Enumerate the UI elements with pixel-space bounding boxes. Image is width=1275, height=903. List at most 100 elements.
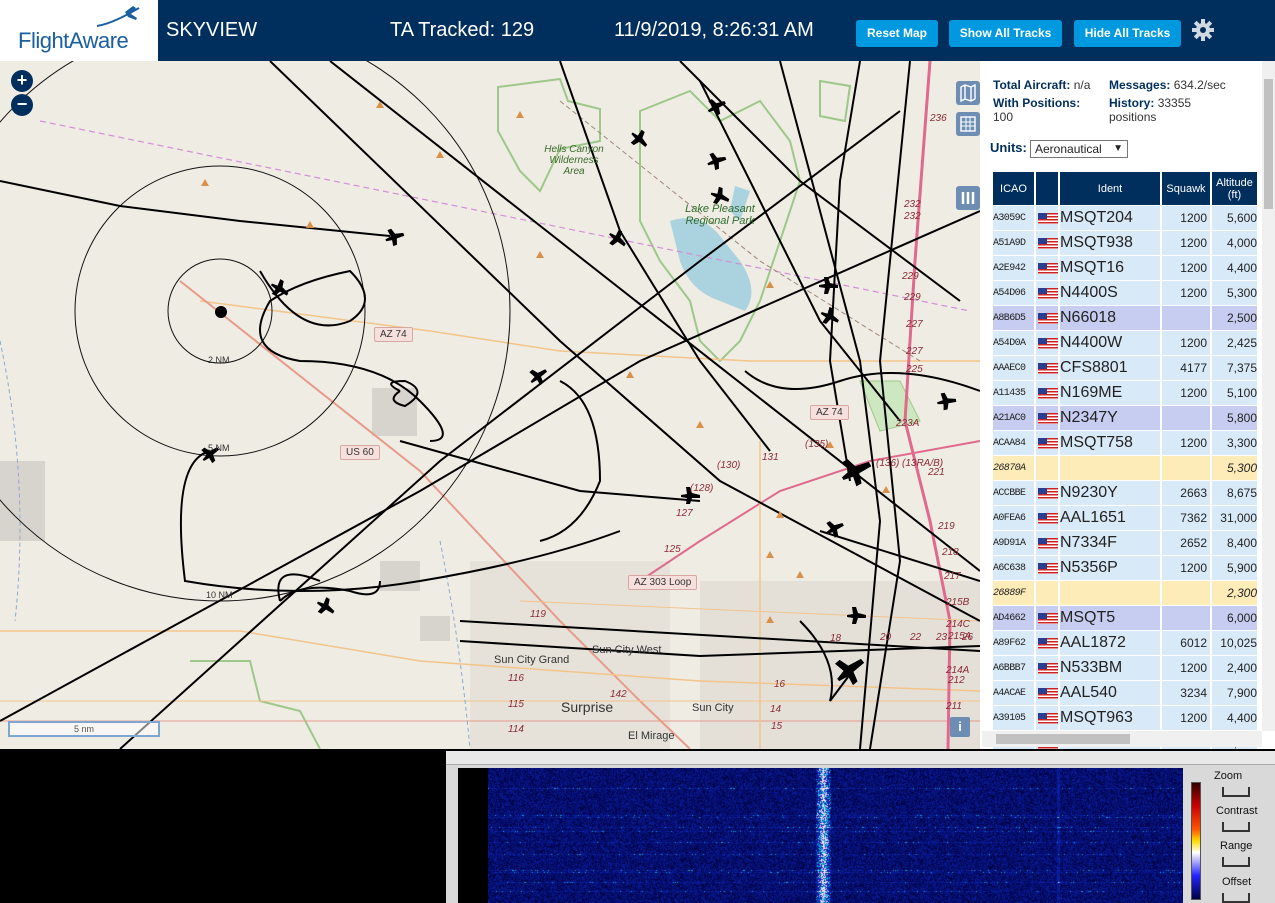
table-row[interactable]: A11435 N169ME 1200 5,100 xyxy=(993,381,1257,405)
grid-icon xyxy=(960,116,976,132)
table-row[interactable]: A2E942 MSQT16 1200 4,400 xyxy=(993,256,1257,280)
cell-squawk xyxy=(1162,606,1210,630)
show-all-tracks-button[interactable]: Show All Tracks xyxy=(949,20,1062,47)
cell-flag xyxy=(1036,281,1058,305)
cell-ident: CFS8801 xyxy=(1060,356,1160,380)
table-row[interactable]: ACCBBE N9230Y 2663 8,675 xyxy=(993,481,1257,505)
ring-label-10nm: 10 NM xyxy=(206,590,233,600)
vertical-scroll-thumb[interactable] xyxy=(1264,79,1273,209)
cell-flag xyxy=(1036,531,1058,555)
table-row[interactable]: A0FEA6 AAL1651 7362 31,000 xyxy=(993,506,1257,530)
road-number-label: 20 xyxy=(880,632,892,643)
horizontal-scroll-thumb[interactable] xyxy=(996,734,1130,744)
us-flag-icon xyxy=(1038,713,1058,725)
road-number-label: 227 xyxy=(906,319,923,330)
table-row[interactable]: A51A9D MSQT938 1200 4,000 xyxy=(993,231,1257,255)
road-number-label: 18 xyxy=(830,633,842,644)
road-number-label: 131 xyxy=(762,452,779,463)
shield-us60: US 60 xyxy=(340,445,380,460)
sidebar-horizontal-scrollbar[interactable] xyxy=(982,731,1262,747)
table-row[interactable]: AAAEC0 CFS8801 4177 7,375 xyxy=(993,356,1257,380)
table-row[interactable]: A6BBB7 N533BM 1200 2,400 xyxy=(993,656,1257,680)
table-row[interactable]: A54D06 N4400S 1200 5,300 xyxy=(993,281,1257,305)
us-flag-icon xyxy=(1038,663,1058,675)
table-row[interactable]: A21AC0 N2347Y 5,800 xyxy=(993,406,1257,430)
cell-icao: A2E942 xyxy=(993,256,1034,280)
table-row[interactable]: A3059C MSQT204 1200 5,600 xyxy=(993,206,1257,230)
cell-flag xyxy=(1036,481,1058,505)
cell-ident: MSQT204 xyxy=(1060,206,1160,230)
road-number-label: 16 xyxy=(774,679,786,690)
table-row[interactable]: A39105 MSQT963 1200 4,400 xyxy=(993,706,1257,730)
label-sun-city: Sun City xyxy=(692,702,734,714)
info-button[interactable]: i xyxy=(950,717,970,737)
table-row[interactable]: A54D0A N4400W 1200 2,425 xyxy=(993,331,1257,355)
sidebar-toggle-button[interactable] xyxy=(956,186,980,210)
col-squawk[interactable]: Squawk xyxy=(1162,172,1210,205)
us-flag-icon xyxy=(1038,513,1058,525)
cell-squawk: 3234 xyxy=(1162,681,1210,705)
gear-icon[interactable] xyxy=(1191,18,1215,42)
road-number-label: 214C xyxy=(946,619,970,630)
map-canvas[interactable]: + − Hells Canyon Wilderness Area Lake Pl… xyxy=(0,61,980,749)
zoom-in-button[interactable]: + xyxy=(11,70,33,92)
cell-ident: N4400S xyxy=(1060,281,1160,305)
cell-squawk xyxy=(1162,406,1210,430)
us-flag-icon xyxy=(1038,638,1058,650)
cell-flag xyxy=(1036,706,1058,730)
range-control-label: Range xyxy=(1220,840,1253,852)
col-altitude[interactable]: Altitude (ft) xyxy=(1212,172,1257,205)
cell-flag xyxy=(1036,331,1058,355)
contrast-slider[interactable] xyxy=(1222,822,1250,832)
messages-label: Messages: xyxy=(1109,78,1171,92)
reset-map-button[interactable]: Reset Map xyxy=(856,20,938,47)
table-row[interactable]: 26889F 2,300 xyxy=(993,581,1257,605)
hide-all-tracks-button[interactable]: Hide All Tracks xyxy=(1074,20,1181,47)
range-slider[interactable] xyxy=(1222,857,1250,867)
map-grid-button[interactable] xyxy=(956,112,980,136)
road-number-label: 225 xyxy=(906,364,923,375)
cell-squawk xyxy=(1162,581,1210,605)
offset-slider[interactable] xyxy=(1222,893,1250,903)
table-row[interactable]: AD4662 MSQT5 6,000 xyxy=(993,606,1257,630)
cell-squawk: 4177 xyxy=(1162,356,1210,380)
table-row[interactable]: ACAA84 MSQT758 1200 3,300 xyxy=(993,431,1257,455)
tracked-count: TA Tracked: 129 xyxy=(390,19,535,41)
zoom-slider[interactable] xyxy=(1222,787,1250,797)
total-aircraft-label: Total Aircraft: xyxy=(993,78,1071,92)
flightaware-logo[interactable]: FlightAware xyxy=(0,0,158,61)
columns-icon xyxy=(961,192,975,204)
road-number-label: 116 xyxy=(508,673,524,684)
table-row[interactable]: A89F62 AAL1872 6012 10,025 xyxy=(993,631,1257,655)
cell-ident: AAL1651 xyxy=(1060,506,1160,530)
total-aircraft-value: n/a xyxy=(1073,78,1091,92)
cell-icao: A6BBB7 xyxy=(993,656,1034,680)
units-select[interactable]: Aeronautical ▼ xyxy=(1030,140,1128,158)
col-icao[interactable]: ICAO xyxy=(993,172,1034,205)
table-row[interactable]: 26870A 5,300 xyxy=(993,456,1257,480)
table-row[interactable]: A9D91A N7334F 2652 8,400 xyxy=(993,531,1257,555)
cell-ident: MSQT938 xyxy=(1060,231,1160,255)
table-row[interactable]: A8B6D5 N66018 2,500 xyxy=(993,306,1257,330)
col-ident[interactable]: Ident xyxy=(1060,172,1160,205)
road-number-label: 223A xyxy=(896,418,920,429)
cell-squawk: 1200 xyxy=(1162,206,1210,230)
map-icon xyxy=(960,83,976,103)
map-layers-button[interactable] xyxy=(956,81,980,105)
cell-squawk: 1200 xyxy=(1162,706,1210,730)
zoom-out-button[interactable]: − xyxy=(11,94,33,116)
shield-az303: AZ 303 Loop xyxy=(628,575,698,590)
history-label: History: xyxy=(1109,96,1155,110)
label-sun-city-grand: Sun City Grand xyxy=(494,654,570,666)
cell-squawk: 2663 xyxy=(1162,481,1210,505)
cell-icao: A21AC0 xyxy=(993,406,1034,430)
cell-altitude: 5,600 xyxy=(1212,206,1257,230)
table-row[interactable]: A4ACAE AAL540 3234 7,900 xyxy=(993,681,1257,705)
cell-altitude: 5,100 xyxy=(1212,381,1257,405)
units-selected-value: Aeronautical xyxy=(1035,142,1102,156)
col-flag[interactable] xyxy=(1036,172,1058,205)
road-number-label: 219 xyxy=(938,521,955,532)
sidebar-vertical-scrollbar[interactable] xyxy=(1262,61,1275,731)
waterfall-display[interactable] xyxy=(488,768,1183,903)
table-row[interactable]: A6C638 N5356P 1200 5,900 xyxy=(993,556,1257,580)
